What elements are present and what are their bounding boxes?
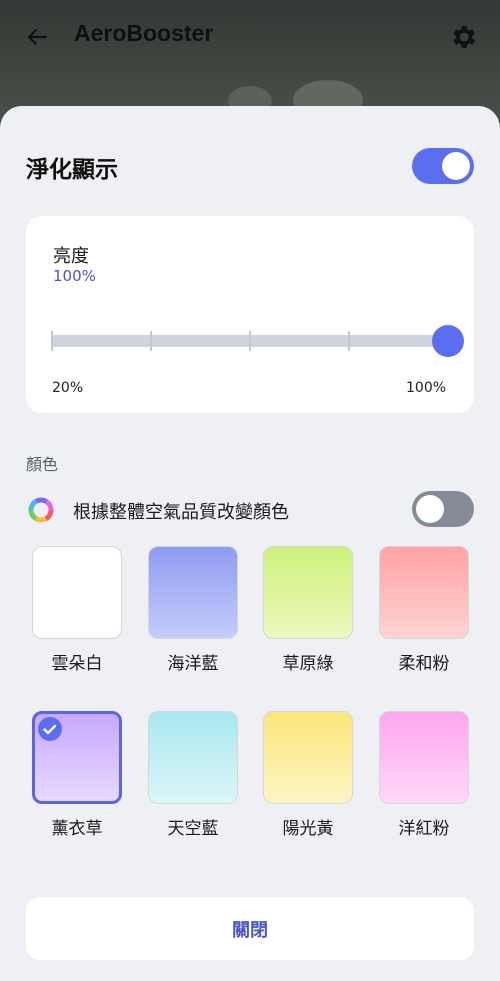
color-swatch[interactable] — [148, 546, 238, 639]
app-title: AeroBooster — [74, 20, 214, 46]
color-swatch-label: 天空藍 — [167, 819, 219, 839]
brightness-card: 亮度 100% 20% 100% — [26, 216, 474, 413]
slider-min-label: 20% — [52, 380, 84, 396]
app-bar: AeroBooster — [0, 0, 500, 120]
toggle-knob — [442, 152, 470, 180]
close-button[interactable]: 關閉 — [26, 897, 474, 960]
gear-icon[interactable] — [448, 22, 478, 52]
color-swatch-label: 陽光黃 — [282, 819, 334, 839]
color-wheel-icon — [28, 497, 54, 523]
color-swatch-label: 柔和粉 — [398, 654, 450, 674]
toggle-knob — [416, 495, 444, 523]
color-swatch[interactable] — [32, 711, 122, 804]
slider-max-label: 100% — [406, 380, 447, 396]
color-swatch-label: 薰衣草 — [51, 819, 103, 839]
slider-tick — [249, 331, 251, 351]
slider-tick — [348, 331, 350, 351]
color-swatch-label: 草原綠 — [282, 654, 334, 674]
back-arrow-icon[interactable] — [20, 22, 52, 54]
color-swatch[interactable] — [32, 546, 122, 639]
brightness-value: 100% — [53, 267, 96, 285]
display-settings-sheet: 淨化顯示 亮度 100% 20% 100% 顏色 根據整體空氣品質改變顏色 雲朵… — [0, 106, 500, 981]
display-toggle[interactable] — [412, 148, 474, 184]
color-swatch[interactable] — [148, 711, 238, 804]
checkmark-icon — [38, 717, 62, 741]
color-swatch-label: 雲朵白 — [51, 654, 103, 674]
brightness-label: 亮度 — [53, 246, 89, 267]
color-swatch[interactable] — [263, 711, 353, 804]
adaptive-color-toggle[interactable] — [412, 491, 474, 527]
color-swatch-label: 洋紅粉 — [398, 819, 450, 839]
sheet-title: 淨化顯示 — [26, 157, 118, 183]
color-swatch[interactable] — [379, 546, 469, 639]
color-section-label: 顏色 — [26, 455, 59, 474]
color-swatch[interactable] — [379, 711, 469, 804]
slider-tick — [51, 331, 53, 351]
adaptive-color-label: 根據整體空氣品質改變顏色 — [73, 502, 289, 523]
color-swatch-label: 海洋藍 — [167, 654, 219, 674]
brightness-slider-thumb[interactable] — [432, 325, 464, 357]
slider-tick — [150, 331, 152, 351]
color-swatch[interactable] — [263, 546, 353, 639]
